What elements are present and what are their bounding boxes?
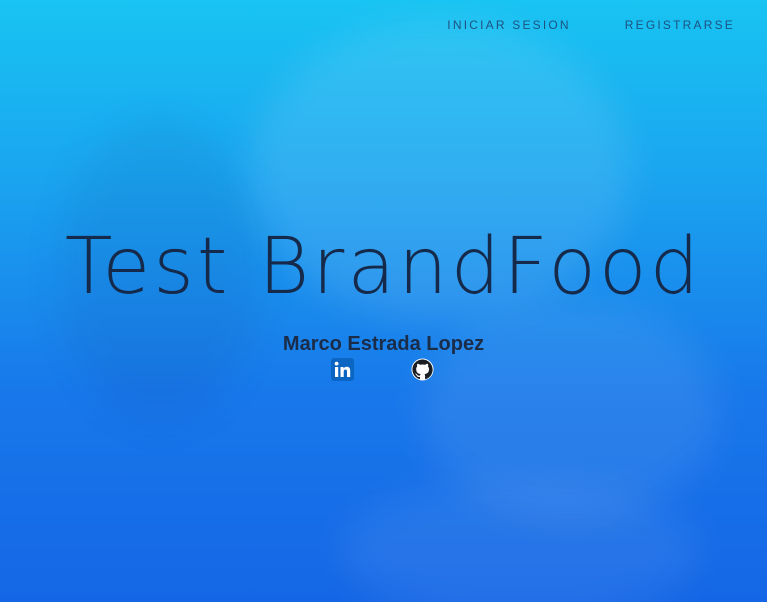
page-title: Test BrandFood: [64, 222, 703, 312]
github-icon[interactable]: [411, 358, 434, 381]
top-nav: INICIAR SESION REGISTRARSE: [447, 18, 735, 32]
author-name: Marco Estrada Lopez: [282, 333, 485, 355]
social-links: [331, 358, 435, 382]
register-link[interactable]: REGISTRARSE: [625, 18, 735, 32]
login-link[interactable]: INICIAR SESION: [447, 18, 570, 32]
linkedin-icon[interactable]: [331, 358, 354, 381]
hero-section: INICIAR SESION REGISTRARSE Test BrandFoo…: [0, 0, 767, 602]
